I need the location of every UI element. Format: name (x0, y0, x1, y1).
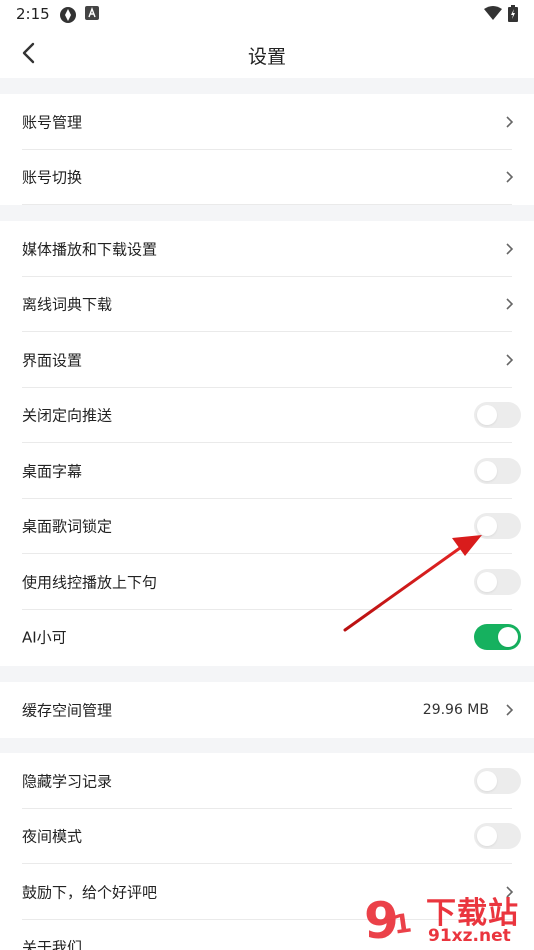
toggle-knob (498, 627, 518, 647)
toggle-knob (477, 572, 497, 592)
chevron-right-icon (506, 298, 514, 310)
night-mode-toggle[interactable] (474, 823, 521, 849)
row-label: 账号切换 (22, 168, 83, 187)
site-watermark: 9 1 下载站 91xz.net (360, 888, 530, 950)
row-label: 账号管理 (22, 113, 83, 132)
row-label: 使用线控播放上下句 (22, 573, 158, 592)
toggle-knob (477, 516, 497, 536)
watermark-url: 91xz.net (428, 926, 511, 946)
account-group: 账号管理 账号切换 (0, 94, 534, 205)
svg-text:1: 1 (392, 908, 414, 940)
interface-settings-row[interactable]: 界面设置 (0, 332, 534, 388)
main-settings-group: 媒体播放和下载设置 离线词典下载 界面设置 关闭定向推送 桌面字幕 桌面歌词锁定… (0, 221, 534, 666)
hide-study-record-toggle[interactable] (474, 768, 521, 794)
chevron-right-icon (506, 243, 514, 255)
account-management-row[interactable]: 账号管理 (0, 94, 534, 150)
night-mode-row: 夜间模式 (0, 808, 534, 864)
desktop-lyrics-lock-row: 桌面歌词锁定 (0, 498, 534, 554)
chevron-right-icon (506, 704, 514, 716)
app-notification-icon (60, 7, 76, 23)
row-label: 关于我们 (22, 938, 83, 950)
wifi-icon (484, 6, 502, 20)
row-label: 媒体播放和下载设置 (22, 240, 158, 259)
desktop-lyrics-lock-toggle[interactable] (474, 513, 521, 539)
desktop-subtitle-toggle[interactable] (474, 458, 521, 484)
ai-xiaoke-toggle[interactable] (474, 624, 521, 650)
chevron-right-icon (506, 354, 514, 366)
font-notification-icon (85, 6, 99, 20)
chevron-right-icon (506, 116, 514, 128)
toggle-knob (477, 405, 497, 425)
status-time: 2:15 (16, 5, 50, 23)
row-label: 隐藏学习记录 (22, 772, 113, 791)
toggle-knob (477, 771, 497, 791)
page-header: 设置 (0, 28, 534, 78)
targeted-push-toggle[interactable] (474, 402, 521, 428)
battery-icon (508, 5, 518, 22)
wire-control-toggle[interactable] (474, 569, 521, 595)
row-label: 桌面字幕 (22, 462, 83, 481)
cache-management-row[interactable]: 缓存空间管理 29.96 MB (0, 682, 534, 738)
cache-group: 缓存空间管理 29.96 MB (0, 682, 534, 738)
row-label: 界面设置 (22, 351, 83, 370)
wire-control-row: 使用线控播放上下句 (0, 554, 534, 610)
row-label: AI小可 (22, 628, 67, 647)
account-switch-row[interactable]: 账号切换 (0, 149, 534, 205)
toggle-knob (477, 461, 497, 481)
targeted-push-row: 关闭定向推送 (0, 387, 534, 443)
cache-size-value: 29.96 MB (422, 702, 489, 718)
row-label: 夜间模式 (22, 827, 83, 846)
row-label: 桌面歌词锁定 (22, 517, 113, 536)
page-title: 设置 (247, 46, 286, 68)
row-divider (22, 204, 512, 205)
row-label: 离线词典下载 (22, 295, 113, 314)
row-label: 鼓励下，给个好评吧 (22, 883, 158, 902)
hide-study-record-row: 隐藏学习记录 (0, 753, 534, 809)
status-bar: 2:15 (0, 0, 534, 28)
row-label: 缓存空间管理 (22, 701, 113, 720)
media-download-settings-row[interactable]: 媒体播放和下载设置 (0, 221, 534, 277)
row-label: 关闭定向推送 (22, 406, 113, 425)
ai-xiaoke-row: AI小可 (0, 609, 534, 665)
desktop-subtitle-row: 桌面字幕 (0, 443, 534, 499)
chevron-right-icon (506, 171, 514, 183)
offline-dictionary-row[interactable]: 离线词典下载 (0, 276, 534, 332)
toggle-knob (477, 826, 497, 846)
